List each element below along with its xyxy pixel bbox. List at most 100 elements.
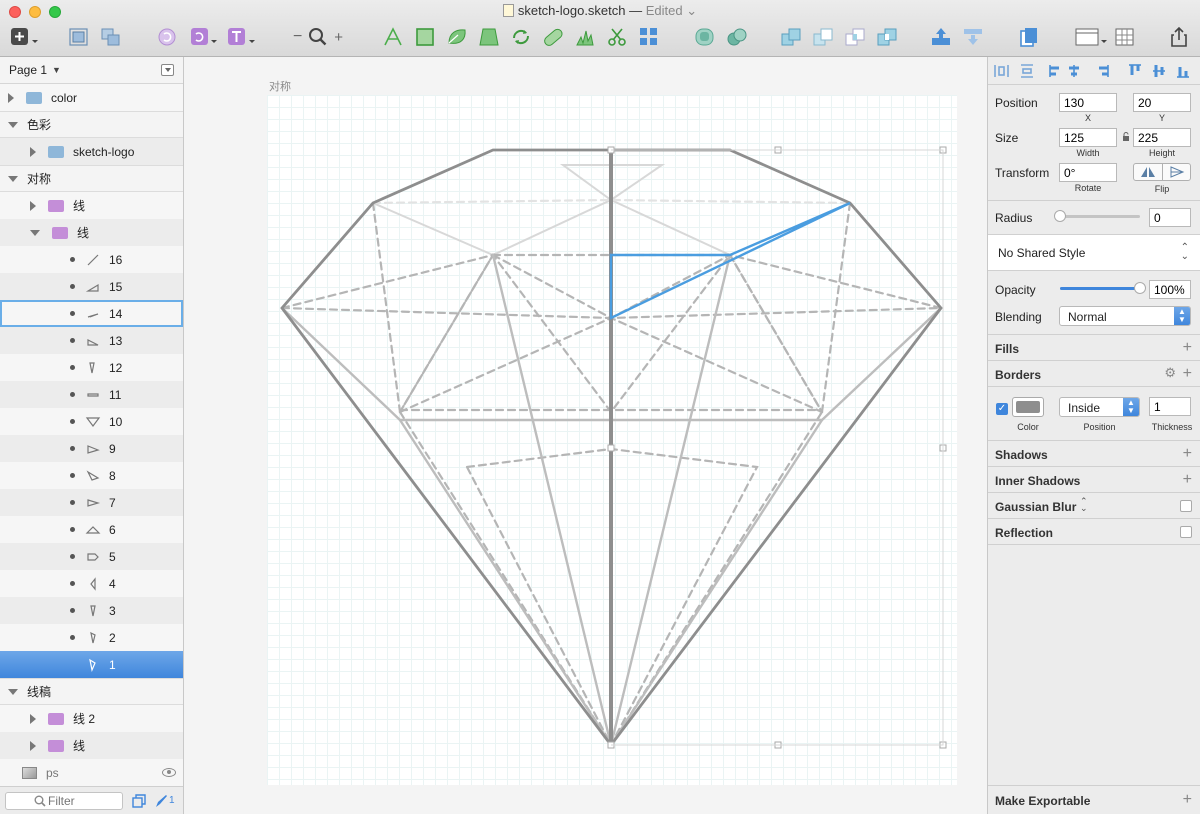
add-border-icon[interactable]: +	[1183, 366, 1192, 382]
gear-icon[interactable]: ⚙	[1164, 365, 1176, 381]
vector-tool-icon[interactable]	[446, 26, 468, 48]
updown-chevron-icon[interactable]: ⌃ ⌄	[1181, 243, 1189, 262]
radius-slider-knob[interactable]	[1054, 210, 1066, 222]
page-selector[interactable]: Page 1 ▼	[0, 57, 183, 84]
layer-image-row[interactable]: ps	[0, 759, 183, 786]
difference-icon[interactable]	[876, 26, 898, 48]
gaussian-blur-section[interactable]: Gaussian Blur ⌃ ⌄	[988, 493, 1200, 519]
fills-section[interactable]: Fills +	[988, 335, 1200, 361]
layer-shape-row-15[interactable]: 15	[0, 273, 183, 300]
updown-chevron-icon[interactable]: ▲ ▼	[1123, 398, 1139, 416]
distribute-vertical-icon[interactable]	[1021, 64, 1033, 78]
disclosure-right-icon[interactable]	[30, 713, 36, 724]
layer-shape-row-1[interactable]: 1	[0, 651, 183, 678]
shadows-section[interactable]: Shadows +	[988, 441, 1200, 467]
inner-shadows-section[interactable]: Inner Shadows +	[988, 467, 1200, 493]
page-name[interactable]: Page 1	[9, 63, 47, 77]
layer-shape-row-10[interactable]: 10	[0, 408, 183, 435]
create-symbol-icon[interactable]	[188, 26, 220, 48]
layer-shape-row-5[interactable]: 5	[0, 543, 183, 570]
selected-shape[interactable]	[609, 201, 851, 320]
disclosure-right-icon[interactable]	[30, 146, 36, 157]
export-icon[interactable]	[1168, 26, 1190, 48]
border-thickness-field[interactable]	[1149, 397, 1191, 416]
symbol-icon[interactable]	[156, 26, 178, 48]
border-position-select[interactable]: Inside ▲ ▼	[1059, 397, 1140, 417]
artboard[interactable]	[267, 95, 957, 785]
chevron-down-icon[interactable]: ▼	[52, 65, 61, 75]
layer-group-row[interactable]: sketch-logo	[0, 138, 183, 165]
layer-group-row[interactable]: 线	[0, 732, 183, 759]
union-icon[interactable]	[780, 26, 802, 48]
radius-slider[interactable]	[1060, 215, 1140, 218]
layer-group-row[interactable]: 线 2	[0, 705, 183, 732]
backward-icon[interactable]	[962, 26, 984, 48]
reflection-checkbox[interactable]	[1180, 526, 1192, 538]
collapse-pages-icon[interactable]	[161, 64, 174, 76]
rectangle-tool-icon[interactable]	[414, 26, 436, 48]
opacity-field[interactable]	[1149, 280, 1191, 299]
filter-input[interactable]	[48, 794, 120, 808]
pages-icon[interactable]	[132, 794, 146, 808]
align-bottom-icon[interactable]	[1177, 67, 1189, 78]
text-style-icon[interactable]	[226, 26, 258, 48]
layer-artboard-row[interactable]: 色彩	[0, 111, 183, 138]
zoom-control[interactable]: − +	[288, 26, 348, 48]
diamond-drawing[interactable]	[267, 95, 957, 785]
add-export-icon[interactable]: +	[1183, 792, 1192, 808]
mirror-icon[interactable]	[1018, 26, 1040, 48]
layer-artboard-row[interactable]: 对称	[0, 165, 183, 192]
align-top-icon[interactable]	[1129, 64, 1141, 75]
flip-vertical-icon[interactable]	[1163, 164, 1191, 180]
disclosure-down-icon[interactable]	[8, 121, 18, 128]
layer-shape-row-11[interactable]: 11	[0, 381, 183, 408]
shared-style-selector[interactable]: No Shared Style ⌃ ⌄	[988, 235, 1200, 271]
subtract-icon[interactable]	[812, 26, 834, 48]
blending-select[interactable]: Normal ▲ ▼	[1059, 306, 1191, 326]
flatten-tool-icon[interactable]	[542, 26, 564, 48]
scissors-icon[interactable]	[606, 26, 628, 48]
radius-field[interactable]	[1149, 208, 1191, 227]
reflection-section[interactable]: Reflection	[988, 519, 1200, 545]
flip-horizontal-icon[interactable]	[1134, 164, 1163, 180]
disclosure-down-icon[interactable]	[30, 229, 40, 236]
position-y-field[interactable]	[1133, 93, 1191, 112]
layout-grid-icon[interactable]	[1114, 26, 1136, 48]
edited-status[interactable]: Edited	[646, 3, 683, 18]
shared-style-value[interactable]: No Shared Style	[998, 246, 1085, 260]
disclosure-right-icon[interactable]	[8, 92, 14, 103]
group-icon[interactable]	[68, 26, 90, 48]
layer-shape-row-9[interactable]: 9	[0, 435, 183, 462]
flip-control[interactable]	[1133, 163, 1191, 181]
disclosure-down-icon[interactable]	[8, 688, 18, 695]
view-icon[interactable]	[1074, 26, 1110, 48]
make-exportable-header[interactable]: Make Exportable	[995, 794, 1090, 808]
grid-icon[interactable]	[638, 26, 660, 48]
filter-field[interactable]	[5, 792, 123, 810]
layer-group-row[interactable]: color	[0, 84, 183, 111]
height-field[interactable]	[1133, 128, 1191, 147]
gaussian-blur-checkbox[interactable]	[1180, 500, 1192, 512]
transform-tool-icon[interactable]	[478, 26, 500, 48]
position-x-field[interactable]	[1059, 93, 1117, 112]
distribute-horizontal-icon[interactable]	[994, 65, 1009, 77]
borders-section[interactable]: Borders ⚙ +	[988, 361, 1200, 387]
layer-shape-row-6[interactable]: 6	[0, 516, 183, 543]
layer-shape-row-12[interactable]: 12	[0, 354, 183, 381]
intersect-icon[interactable]	[844, 26, 866, 48]
updown-chevron-icon[interactable]: ▲ ▼	[1174, 307, 1190, 325]
layer-shape-row-3[interactable]: 3	[0, 597, 183, 624]
rotate-tool-icon[interactable]	[510, 26, 532, 48]
layer-shape-row-2[interactable]: 2	[0, 624, 183, 651]
layer-shape-row-8[interactable]: 8	[0, 462, 183, 489]
disclosure-down-icon[interactable]	[8, 175, 18, 182]
edit-icon[interactable]	[155, 794, 167, 808]
layer-shape-row-7[interactable]: 7	[0, 489, 183, 516]
text-tool-icon[interactable]	[382, 26, 404, 48]
combine-icon[interactable]	[726, 26, 748, 48]
updown-chevron-icon[interactable]: ⌃ ⌄	[1080, 497, 1088, 513]
border-enabled-checkbox[interactable]: ✓	[996, 403, 1008, 415]
outline-icon[interactable]	[694, 26, 716, 48]
ungroup-icon[interactable]	[100, 26, 122, 48]
border-color-well[interactable]	[1012, 397, 1044, 417]
